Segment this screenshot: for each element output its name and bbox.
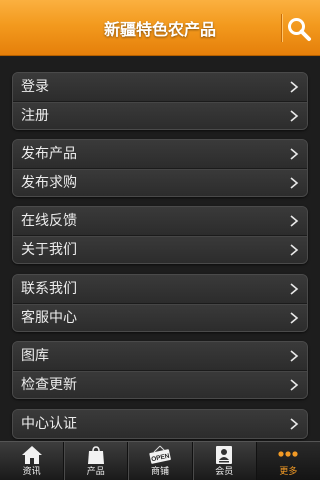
menu-group-gallery: 图库 检查更新 [12, 341, 308, 399]
menu-group-contact: 联系我们 客服中心 [12, 274, 308, 332]
bottom-tab-bar: 资讯 产品 OPEN 商铺 会员 更多 [0, 441, 320, 480]
menu-group-certification: 中心认证 [12, 409, 308, 439]
tab-label: 更多 [279, 467, 298, 477]
chevron-right-icon [289, 176, 299, 190]
menu-group-feedback: 在线反馈 关于我们 [12, 206, 308, 264]
menu-list: 登录 注册 发布产品 发布求购 在线反馈 关于我们 联系我们 客服中心 图库 检… [0, 57, 320, 441]
chevron-right-icon [289, 349, 299, 363]
page-title: 新疆特色农产品 [103, 20, 216, 39]
chevron-right-icon [289, 417, 299, 431]
tab-more[interactable]: 更多 [256, 442, 320, 480]
menu-item-customer-service[interactable]: 客服中心 [13, 303, 307, 331]
chevron-right-icon [289, 243, 299, 257]
more-dots-icon [277, 445, 299, 465]
app-header: 新疆特色农产品 [0, 0, 320, 56]
menu-item-label: 在线反馈 [21, 213, 77, 229]
chevron-right-icon [289, 282, 299, 296]
menu-item-label: 中心认证 [21, 416, 77, 432]
chevron-right-icon [289, 311, 299, 325]
menu-item-gallery[interactable]: 图库 [13, 342, 307, 370]
chevron-right-icon [289, 378, 299, 392]
tab-label: 会员 [215, 467, 234, 477]
menu-item-label: 检查更新 [21, 377, 77, 393]
menu-item-label: 发布产品 [21, 146, 77, 162]
tab-shops[interactable]: OPEN 商铺 [128, 442, 193, 480]
tab-products[interactable]: 产品 [64, 442, 129, 480]
menu-item-about-us[interactable]: 关于我们 [13, 235, 307, 263]
member-card-icon [213, 445, 235, 465]
menu-item-publish-purchase[interactable]: 发布求购 [13, 168, 307, 196]
tab-label: 商铺 [151, 467, 170, 477]
tab-label: 产品 [86, 467, 105, 477]
chevron-right-icon [289, 109, 299, 123]
home-icon [21, 445, 43, 465]
menu-item-label: 联系我们 [21, 281, 77, 297]
menu-item-login[interactable]: 登录 [13, 73, 307, 101]
menu-item-label: 客服中心 [21, 310, 77, 326]
search-button[interactable] [284, 16, 314, 42]
menu-item-check-update[interactable]: 检查更新 [13, 370, 307, 398]
menu-item-label: 发布求购 [21, 175, 77, 191]
chevron-right-icon [289, 80, 299, 94]
menu-item-publish-product[interactable]: 发布产品 [13, 140, 307, 168]
search-icon [288, 18, 311, 41]
tab-label: 资讯 [22, 467, 41, 477]
chevron-right-icon [289, 147, 299, 161]
menu-group-account: 登录 注册 [12, 72, 308, 130]
menu-item-online-feedback[interactable]: 在线反馈 [13, 207, 307, 235]
menu-item-register[interactable]: 注册 [13, 101, 307, 129]
open-sign-icon: OPEN [149, 445, 171, 465]
menu-item-label: 注册 [21, 108, 49, 124]
menu-item-label: 登录 [21, 79, 49, 95]
menu-item-label: 关于我们 [21, 242, 77, 258]
tab-news[interactable]: 资讯 [0, 442, 65, 480]
shopping-bag-icon [85, 445, 107, 465]
tab-members[interactable]: 会员 [193, 442, 257, 480]
header-divider [281, 14, 282, 42]
menu-item-label: 图库 [21, 348, 49, 364]
menu-item-contact-us[interactable]: 联系我们 [13, 275, 307, 303]
menu-item-center-certification[interactable]: 中心认证 [13, 410, 307, 438]
chevron-right-icon [289, 214, 299, 228]
menu-group-publish: 发布产品 发布求购 [12, 139, 308, 197]
